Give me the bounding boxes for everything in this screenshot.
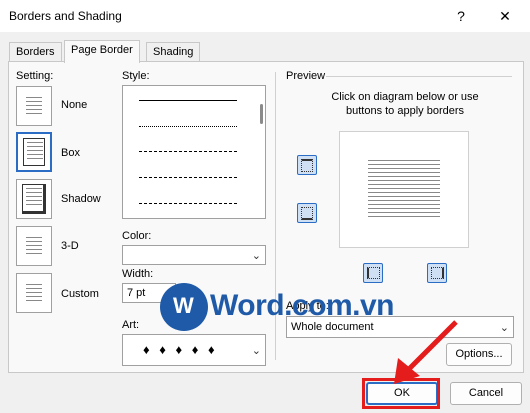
preview-hint: Click on diagram below or use buttons to… — [331, 91, 479, 117]
preview-page-lines — [368, 160, 440, 218]
art-label: Art: — [122, 319, 140, 331]
watermark-logo: W — [160, 283, 208, 331]
style-dotted[interactable] — [139, 126, 237, 127]
style-scrollbar[interactable] — [260, 104, 263, 124]
tab-page-border-label: Page Border — [71, 44, 133, 56]
tab-shading-label: Shading — [153, 46, 194, 58]
style-dash-dot[interactable] — [139, 203, 237, 204]
setting-none-icon[interactable] — [16, 86, 52, 126]
setting-3d-icon[interactable] — [16, 226, 52, 266]
color-dropdown[interactable]: ⌄ — [122, 245, 266, 265]
cancel-button-label: Cancel — [468, 387, 504, 399]
chevron-down-icon: ⌄ — [251, 250, 261, 262]
tab-borders-label: Borders — [16, 46, 55, 58]
style-dashed[interactable] — [139, 177, 237, 178]
setting-shadow-icon[interactable] — [16, 179, 52, 219]
watermark-text: Word.com.vn — [210, 289, 394, 322]
options-button-label: Options... — [455, 348, 503, 360]
style-solid[interactable] — [139, 100, 237, 101]
width-label: Width: — [122, 268, 154, 280]
setting-box-icon[interactable] — [16, 132, 52, 172]
preview-label: Preview — [286, 70, 326, 82]
setting-shadow-label[interactable]: Shadow — [61, 193, 101, 205]
help-icon[interactable]: ? — [450, 5, 472, 27]
setting-box-label[interactable]: Box — [61, 147, 80, 159]
window-title: Borders and Shading — [9, 9, 122, 23]
style-label: Style: — [122, 70, 150, 82]
highlight-arrow — [394, 320, 458, 384]
preview-rule — [326, 76, 512, 77]
art-dropdown[interactable]: ♦ ♦ ♦ ♦ ♦ ⌄ — [122, 334, 266, 366]
preview-diagram[interactable] — [339, 131, 469, 248]
close-icon[interactable]: ✕ — [494, 5, 516, 27]
setting-3d-label[interactable]: 3-D — [61, 240, 79, 252]
top-border-button[interactable] — [297, 155, 317, 175]
tab-page-border[interactable]: Page Border — [64, 40, 140, 63]
chevron-down-icon: ⌄ — [499, 322, 509, 334]
title-bar: Borders and Shading ? ✕ — [0, 0, 530, 32]
left-border-button[interactable] — [363, 263, 383, 283]
chevron-down-icon: ⌄ — [251, 345, 261, 357]
setting-custom-icon[interactable] — [16, 273, 52, 313]
tab-borders[interactable]: Borders — [9, 42, 62, 62]
art-value: ♦ ♦ ♦ ♦ ♦ — [143, 342, 218, 357]
tab-shading[interactable]: Shading — [146, 42, 201, 62]
setting-label: Setting: — [16, 70, 54, 82]
cancel-button[interactable]: Cancel — [450, 382, 522, 405]
watermark-logo-letter: W — [173, 293, 194, 318]
setting-custom-label[interactable]: Custom — [61, 288, 99, 300]
style-dashed-small[interactable] — [139, 151, 237, 152]
width-value: 7 pt — [127, 287, 146, 299]
right-border-button[interactable] — [427, 263, 447, 283]
setting-none-label[interactable]: None — [61, 99, 87, 111]
style-listbox[interactable] — [122, 85, 266, 219]
bottom-border-button[interactable] — [297, 203, 317, 223]
color-label: Color: — [122, 230, 152, 242]
